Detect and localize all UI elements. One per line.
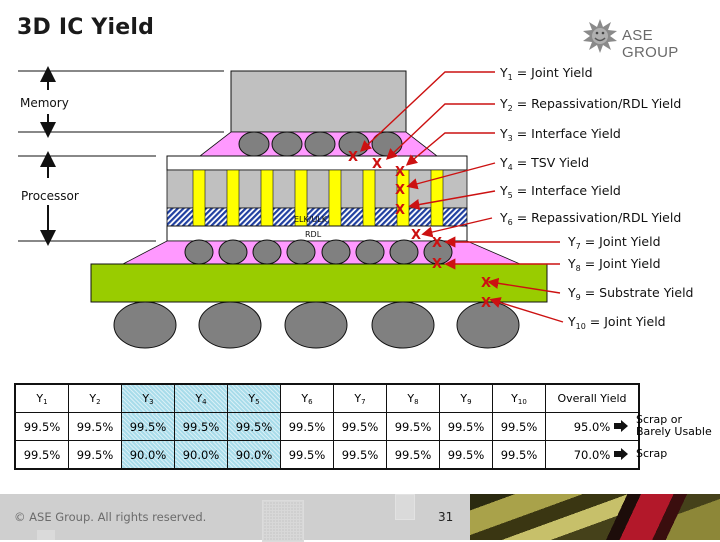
processor-underfill [122,240,521,265]
table-cell: 99.5% [386,440,440,470]
header-y4: Y4 [174,383,228,413]
yield-label-y9: Y9 = Substrate Yield [567,285,694,302]
table-cell: 99.5% [68,412,122,441]
table-header-row: Y1 Y2 Y3 Y4 Y5 Y6 Y7 Y8 Y9 Y10 Overall Y… [14,383,640,413]
footer-decorative-photo [470,494,720,540]
header-y1: Y1 [14,383,69,413]
header-y8: Y8 [386,383,440,413]
table-cell: 99.5% [439,440,493,470]
table-cell: 99.5% [439,412,493,441]
yield-label-y7: Y7 = Joint Yield [567,234,661,251]
page-number: 31 [438,510,454,524]
failure-marker-y4: X [395,183,405,198]
failure-marker-y7: X [432,236,442,251]
table-cell: 99.5% [68,440,122,470]
failure-marker-y2: X [372,157,382,172]
verdict-text: Scrap or Barely Usable [636,413,712,438]
table-cell: 90.0% [227,440,281,470]
yield-label-y4: Y4 = TSV Yield [499,155,589,172]
failure-marker-y5: X [395,203,405,218]
table-cell: 99.5% [280,440,334,470]
yield-table: Y1 Y2 Y3 Y4 Y5 Y6 Y7 Y8 Y9 Y10 Overall Y… [14,383,640,470]
yield-label-y6: Y6 = Repassivation/RDL Yield [499,210,681,227]
table-cell: 99.5% [280,412,334,441]
memory-label: Memory [20,96,69,110]
yield-label-y5: Y5 = Interface Yield [499,183,621,200]
table-cell: 99.5% [492,440,546,470]
decorative-square [37,530,55,540]
header-y10: Y10 [492,383,546,413]
verdict-row-2: Scrap [612,448,667,460]
header-y2: Y2 [68,383,122,413]
failure-marker-y3: X [395,165,405,180]
failure-marker-y1: X [348,150,358,165]
table-cell: 99.5% [386,412,440,441]
rdl-label: RDL [305,230,322,239]
yield-label-y1: Y1 = Joint Yield [499,65,593,82]
yield-label-y2: Y2 = Repassivation/RDL Yield [499,96,681,113]
failure-marker-y10: X [481,296,491,311]
table-row: 99.5% 99.5% 90.0% 90.0% 90.0% 99.5% 99.5… [14,440,640,470]
right-arrow-icon [614,420,628,432]
yield-label-y10: Y10 = Joint Yield [567,314,666,331]
table-cell: 99.5% [174,412,228,441]
decorative-square [395,494,415,520]
copyright-text: © ASE Group. All rights reserved. [14,510,207,524]
header-y9: Y9 [439,383,493,413]
table-cell: 99.5% [333,440,387,470]
solder-balls [113,301,520,349]
header-y7: Y7 [333,383,387,413]
3d-ic-cross-section-diagram: Memory Processor ELK/ULK RDL X X X X X X… [18,65,694,349]
verdict-text: Scrap [636,447,668,460]
substrate [90,263,548,303]
table-cell: 99.5% [492,412,546,441]
table-row: 99.5% 99.5% 99.5% 99.5% 99.5% 99.5% 99.5… [14,412,640,441]
header-y6: Y6 [280,383,334,413]
failure-marker-y6: X [411,228,421,243]
decorative-grid-square [262,500,304,542]
elk-ulk-label: ELK/ULK [294,215,328,224]
table-cell: 90.0% [174,440,228,470]
processor-silicon [166,169,468,209]
table-cell: 99.5% [121,412,175,441]
yield-label-y3: Y3 = Interface Yield [499,126,621,143]
table-cell: 90.0% [121,440,175,470]
failure-marker-y8: X [432,257,442,272]
memory-die [230,70,407,133]
table-cell: 99.5% [227,412,281,441]
table-cell: 99.5% [333,412,387,441]
header-y5: Y5 [227,383,281,413]
verdict-row-1: Scrap or Barely Usable [612,414,720,438]
footer-bar: © ASE Group. All rights reserved. 31 [0,494,480,542]
header-overall-yield: Overall Yield [545,383,640,413]
right-arrow-icon [614,448,628,460]
table-cell: 99.5% [14,440,69,470]
yield-label-y8: Y8 = Joint Yield [567,256,661,273]
header-y3: Y3 [121,383,175,413]
processor-top-layer [166,155,468,171]
processor-label: Processor [21,189,79,203]
table-cell: 99.5% [14,412,69,441]
failure-marker-y9: X [481,276,491,291]
